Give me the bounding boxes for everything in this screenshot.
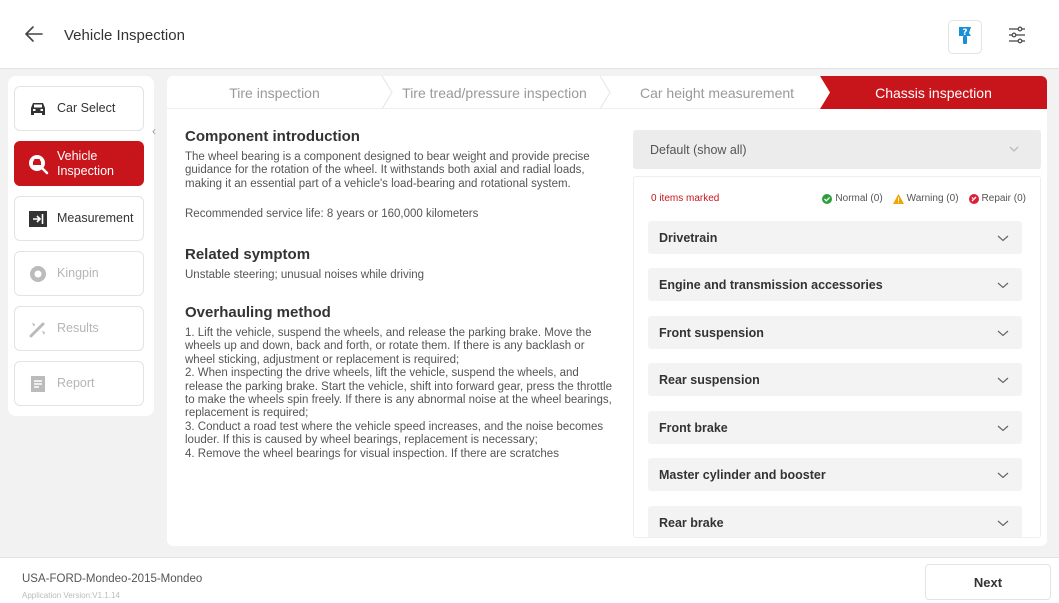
sidebar-item-label: Kingpin bbox=[57, 266, 99, 280]
method-heading: Overhauling method bbox=[185, 304, 331, 322]
vehicle-info: USA-FORD-Mondeo-2015-Mondeo bbox=[22, 573, 203, 585]
category-rear-brake[interactable]: Rear brake bbox=[648, 506, 1022, 537]
service-life-text: Recommended service life: 8 years or 160… bbox=[185, 208, 479, 221]
app-version: Application Version:V1.1.14 bbox=[22, 591, 120, 600]
legend-repair: Repair (0) bbox=[968, 193, 1026, 204]
chevron-down-icon bbox=[996, 231, 1010, 248]
method-step-2: 2. When inspecting the drive wheels, lif… bbox=[185, 367, 613, 420]
category-drivetrain[interactable]: Drivetrain bbox=[648, 221, 1022, 254]
tab-tire-tread-pressure[interactable]: Tire tread/pressure inspection bbox=[382, 76, 607, 109]
main-panel: Tire inspection Tire tread/pressure insp… bbox=[167, 76, 1047, 546]
category-rear-suspension[interactable]: Rear suspension bbox=[648, 363, 1022, 396]
sidebar-item-results[interactable]: Results bbox=[14, 306, 144, 351]
sidebar-item-label: Report bbox=[57, 376, 95, 390]
sidebar-item-car-select[interactable]: Car Select bbox=[14, 86, 144, 131]
tab-tire-inspection[interactable]: Tire inspection bbox=[167, 76, 382, 109]
help-icon: ? bbox=[954, 24, 976, 51]
component-detail: Component introduction The wheel bearing… bbox=[185, 128, 615, 538]
category-front-brake[interactable]: Front brake bbox=[648, 411, 1022, 444]
car-icon bbox=[27, 98, 49, 120]
sidebar-item-measurement[interactable]: Measurement bbox=[14, 196, 144, 241]
chevron-down-icon bbox=[996, 326, 1010, 343]
method-step-3: 3. Conduct a road test where the vehicle… bbox=[185, 420, 604, 447]
step-progress: Tire inspection Tire tread/pressure insp… bbox=[167, 76, 1047, 109]
tab-car-height[interactable]: Car height measurement bbox=[607, 76, 827, 109]
method-step-1: 1. Lift the vehicle, suspend the wheels,… bbox=[185, 327, 592, 366]
items-marked-count: 0 items marked bbox=[651, 193, 720, 204]
sliders-icon bbox=[1006, 24, 1028, 51]
sidebar-item-label: Measurement bbox=[57, 211, 134, 225]
intro-heading: Component introduction bbox=[185, 128, 360, 145]
tab-chassis-inspection[interactable]: Chassis inspection bbox=[820, 76, 1047, 109]
next-button[interactable]: Next bbox=[925, 564, 1051, 600]
filter-dropdown[interactable]: Default (show all) bbox=[633, 130, 1041, 169]
help-button[interactable]: ? bbox=[948, 20, 982, 54]
inspection-category-list: 0 items marked Normal (0) Warning (0) Re… bbox=[633, 176, 1041, 538]
inspection-icon bbox=[27, 153, 49, 175]
method-step-4: 4. Remove the wheel bearings for visual … bbox=[185, 447, 559, 460]
back-arrow-icon[interactable] bbox=[22, 22, 46, 46]
sidebar-item-report[interactable]: Report bbox=[14, 361, 144, 406]
check-circle-icon bbox=[822, 193, 833, 204]
intro-text: The wheel bearing is a component designe… bbox=[185, 151, 590, 190]
chevron-down-icon bbox=[996, 516, 1010, 533]
collapse-sidebar-icon[interactable]: ‹ bbox=[152, 124, 156, 138]
kingpin-icon bbox=[27, 263, 49, 285]
bottom-bar: USA-FORD-Mondeo-2015-Mondeo Application … bbox=[0, 557, 1059, 603]
top-bar: Vehicle Inspection ? bbox=[0, 0, 1059, 69]
sidebar-item-kingpin[interactable]: Kingpin bbox=[14, 251, 144, 296]
settings-button[interactable] bbox=[1000, 20, 1034, 54]
chevron-down-icon bbox=[1007, 142, 1021, 159]
sidebar-item-vehicle-inspection[interactable]: Vehicle Inspection bbox=[14, 141, 144, 186]
sidebar-item-label: Results bbox=[57, 321, 99, 335]
sidebar-item-label: Vehicle Inspection bbox=[57, 148, 114, 178]
chevron-down-icon bbox=[996, 278, 1010, 295]
results-icon bbox=[27, 318, 49, 340]
symptom-text: Unstable steering; unusual noises while … bbox=[185, 268, 425, 281]
measurement-icon bbox=[27, 208, 49, 230]
repair-icon bbox=[968, 193, 979, 204]
chevron-down-icon bbox=[996, 468, 1010, 485]
category-front-suspension[interactable]: Front suspension bbox=[648, 316, 1022, 349]
sidebar: Car Select Vehicle Inspection Measuremen… bbox=[8, 76, 154, 416]
category-engine-transmission[interactable]: Engine and transmission accessories bbox=[648, 268, 1022, 301]
category-master-cylinder[interactable]: Master cylinder and booster bbox=[648, 458, 1022, 491]
marking-summary: 0 items marked Normal (0) Warning (0) Re… bbox=[651, 193, 1026, 209]
legend-normal: Normal (0) bbox=[822, 193, 883, 204]
chevron-down-icon bbox=[996, 421, 1010, 438]
filter-selected-value: Default (show all) bbox=[650, 142, 747, 157]
symptom-heading: Related symptom bbox=[185, 245, 311, 263]
chevron-down-icon bbox=[996, 373, 1010, 390]
legend-warning: Warning (0) bbox=[892, 193, 959, 204]
page-title: Vehicle Inspection bbox=[64, 27, 185, 44]
report-icon bbox=[27, 373, 49, 395]
sidebar-item-label: Car Select bbox=[57, 101, 116, 115]
warning-triangle-icon bbox=[892, 193, 904, 204]
